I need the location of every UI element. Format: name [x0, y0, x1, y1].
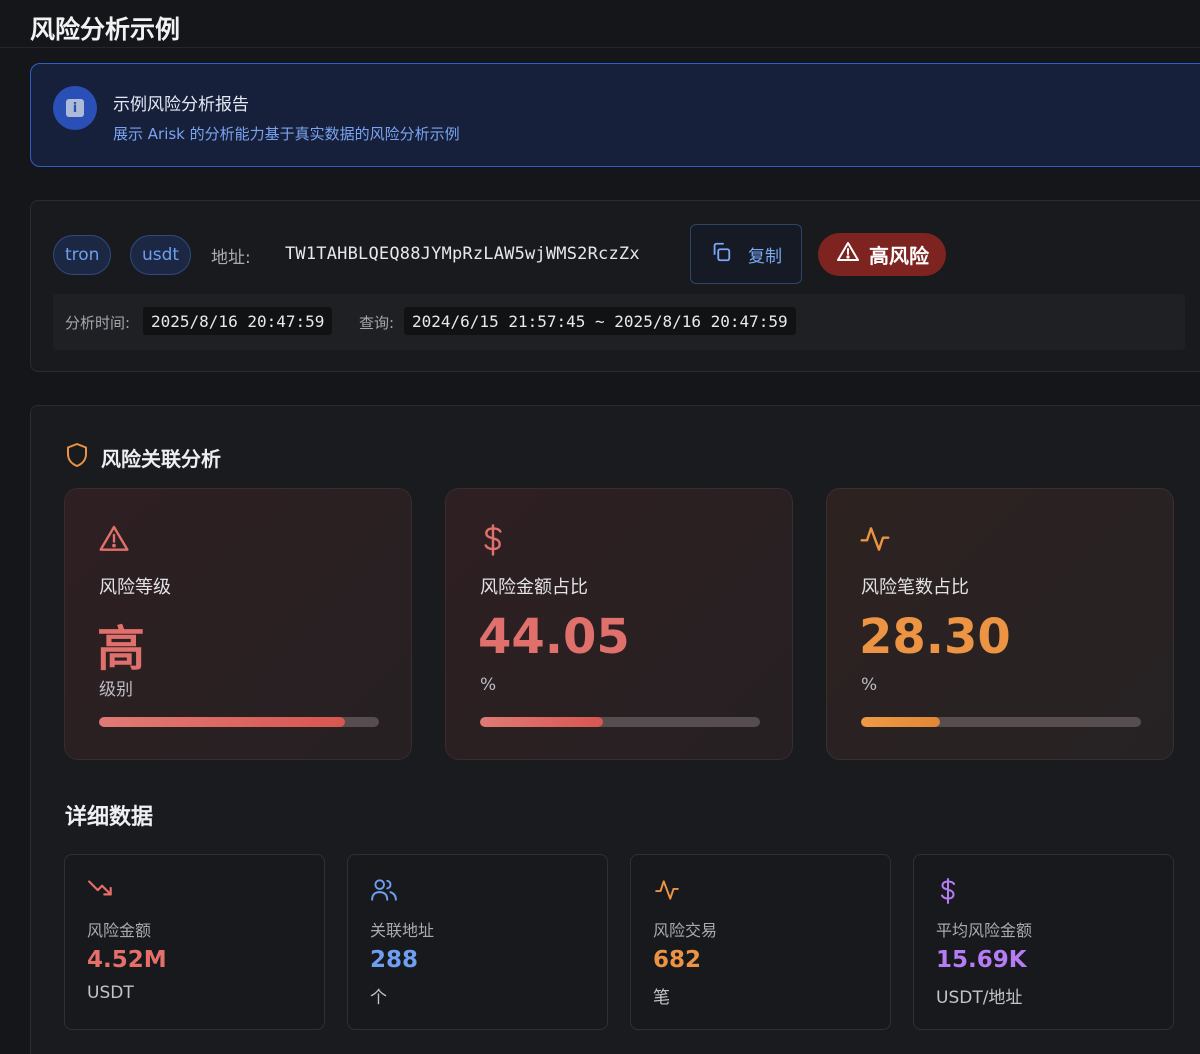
metric-unit: % — [480, 675, 497, 695]
stat-unit: 个 — [370, 988, 387, 1008]
users-icon — [370, 877, 398, 907]
metric-label: 风险金额占比 — [480, 577, 588, 598]
metric-progress-track — [480, 717, 760, 727]
copy-button[interactable]: 复制 — [690, 224, 802, 284]
trending-down-icon — [87, 877, 115, 905]
metric-card-risk-level: 风险等级 高 级别 — [64, 488, 412, 760]
metric-progress-track — [861, 717, 1141, 727]
copy-icon — [710, 241, 732, 268]
stat-unit: 笔 — [653, 988, 670, 1008]
chain-tag[interactable]: tron — [53, 235, 112, 275]
metric-unit: 级别 — [99, 680, 133, 700]
query-range-value: 2024/6/15 21:57:45 ~ 2025/8/16 20:47:59 — [404, 307, 796, 335]
section-title: 风险关联分析 — [101, 447, 221, 471]
activity-icon — [653, 877, 681, 907]
info-banner: i 示例风险分析报告 展示 Arisk 的分析能力基于真实数据的风险分析示例 — [30, 63, 1200, 167]
alert-triangle-icon — [97, 523, 131, 559]
metric-label: 风险等级 — [99, 577, 171, 598]
details-title: 详细数据 — [65, 805, 154, 830]
page-title: 风险分析示例 — [30, 15, 181, 44]
alert-triangle-icon — [835, 240, 861, 269]
address-label: 地址: — [211, 248, 251, 268]
analysis-time-label: 分析时间: — [65, 314, 131, 332]
stat-card-risk-transactions: 风险交易 682 笔 — [630, 854, 891, 1030]
metric-unit: % — [861, 675, 878, 695]
metric-progress-fill — [99, 717, 346, 727]
analysis-card: 风险关联分析 风险等级 高 级别 风险金额占比 44.05 % 风险笔数占比 2… — [30, 405, 1200, 1054]
metric-value: 高 — [97, 621, 146, 677]
risk-badge-label: 高风险 — [869, 244, 929, 268]
query-label: 查询: — [359, 314, 395, 332]
banner-subtitle: 展示 Arisk 的分析能力基于真实数据的风险分析示例 — [113, 125, 460, 143]
info-icon: i — [66, 99, 84, 117]
stat-card-linked-addresses: 关联地址 288 个 — [347, 854, 608, 1030]
metric-value: 44.05 — [478, 609, 630, 665]
stat-card-average-risk-amount: 平均风险金额 15.69K USDT/地址 — [913, 854, 1174, 1030]
dollar-icon — [936, 877, 960, 909]
banner-title: 示例风险分析报告 — [113, 95, 249, 115]
metric-progress-fill — [480, 717, 604, 727]
metric-label: 风险笔数占比 — [861, 577, 969, 598]
stat-card-risk-amount: 风险金额 4.52M USDT — [64, 854, 325, 1030]
metric-card-count-ratio: 风险笔数占比 28.30 % — [826, 488, 1174, 760]
title-divider — [0, 47, 1200, 48]
stat-value: 4.52M — [87, 947, 167, 973]
dollar-icon — [478, 523, 508, 561]
stat-label: 风险交易 — [653, 921, 718, 940]
metric-progress-fill — [861, 717, 941, 727]
address-value: TW1TAHBLQEQ88JYMpRzLAW5wjWMS2RczZx — [285, 244, 640, 264]
metric-value: 28.30 — [859, 609, 1011, 665]
stat-value: 15.69K — [936, 947, 1027, 973]
stat-label: 风险金额 — [87, 921, 152, 940]
stat-label: 关联地址 — [370, 921, 435, 940]
risk-badge: 高风险 — [818, 233, 946, 276]
time-row: 分析时间: 2025/8/16 20:47:59 查询: 2024/6/15 2… — [53, 294, 1185, 350]
shield-icon — [65, 442, 89, 473]
info-icon-badge: i — [53, 86, 97, 130]
stat-value: 288 — [370, 947, 419, 973]
analysis-time-value: 2025/8/16 20:47:59 — [143, 307, 333, 335]
token-tag[interactable]: usdt — [130, 235, 192, 275]
copy-label: 复制 — [748, 246, 782, 267]
section-header: 风险关联分析 — [65, 442, 221, 473]
stat-value: 682 — [653, 947, 702, 973]
metric-progress-track — [99, 717, 379, 727]
stat-unit: USDT/地址 — [936, 988, 1023, 1008]
metric-card-amount-ratio: 风险金额占比 44.05 % — [445, 488, 793, 760]
stat-unit: USDT — [87, 983, 134, 1003]
address-card: tron usdt 地址: TW1TAHBLQEQ88JYMpRzLAW5wjW… — [30, 200, 1200, 372]
stat-label: 平均风险金额 — [936, 921, 1033, 940]
activity-icon — [859, 523, 891, 559]
